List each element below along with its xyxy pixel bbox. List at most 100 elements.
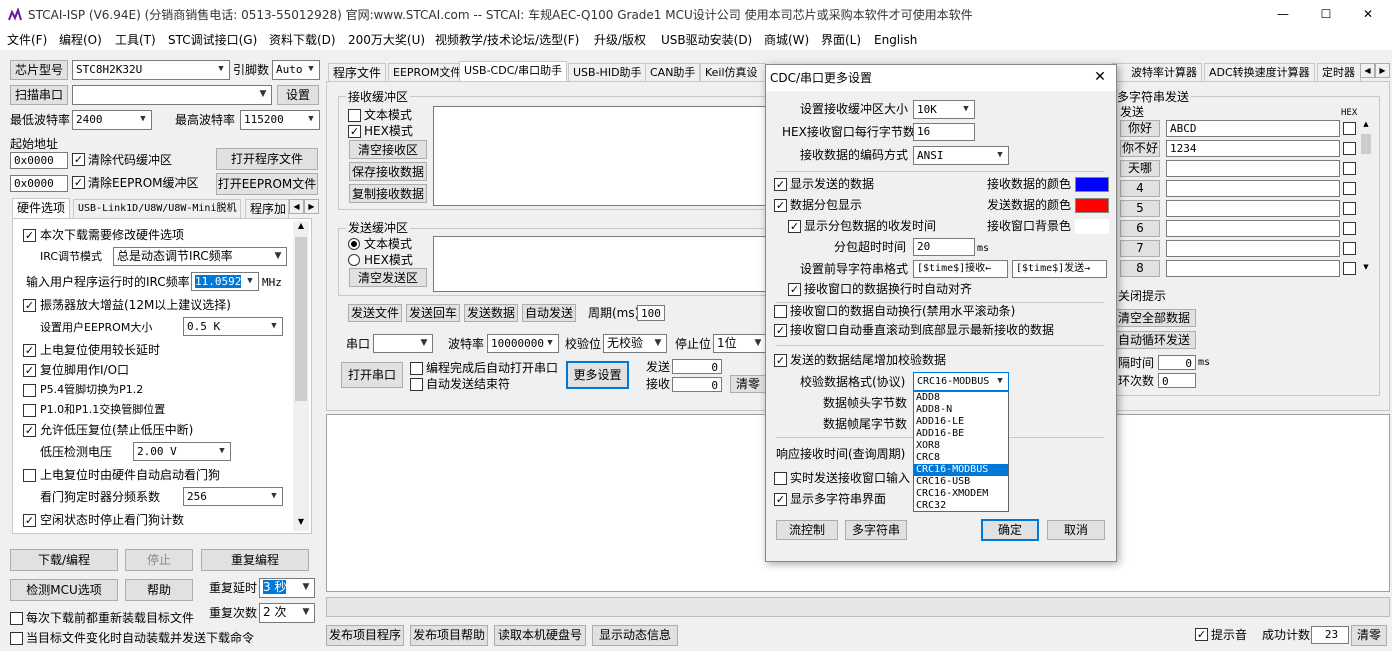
hw-opt7-checkbox[interactable]: ✓ — [23, 424, 36, 437]
checksum-fmt-dropdown[interactable]: ADD8 ADD8-N ADD16-LE ADD16-BE XOR8 CRC8 … — [913, 391, 1009, 512]
clear-send-button[interactable]: 清空发送区 — [349, 268, 427, 287]
multi-text-7[interactable] — [1166, 240, 1340, 257]
send-textarea[interactable] — [433, 236, 773, 292]
dropdown-option[interactable]: ADD8-N — [914, 404, 1008, 416]
auto-end-checkbox[interactable] — [410, 378, 423, 391]
eeprom-size-select[interactable]: 0.5 K ▼ — [183, 317, 283, 336]
realtime-checkbox[interactable] — [774, 472, 787, 485]
multi-send-button-2[interactable]: 你不好 — [1120, 140, 1160, 157]
multi-hex-checkbox-5[interactable] — [1343, 202, 1356, 215]
code-addr-input[interactable]: 0x0000 — [10, 152, 68, 169]
hw-opt4-checkbox[interactable]: ✓ — [23, 364, 36, 377]
send-text-radio[interactable] — [348, 238, 360, 250]
clear-recv-button[interactable]: 清空接收区 — [349, 140, 427, 159]
options-scrollbar[interactable]: ▲ ▼ — [293, 221, 309, 531]
beep-checkbox[interactable]: ✓ — [1195, 628, 1208, 641]
menu-usb-driver[interactable]: USB驱动安装(D) — [661, 32, 752, 48]
chip-select[interactable]: STC8H2K32U ▼ — [72, 60, 230, 80]
multi-text-5[interactable] — [1166, 200, 1340, 217]
repeat-count-select[interactable]: 2 次 ▼ — [259, 603, 315, 623]
prefix-recv-input[interactable]: [$time$]接收← — [913, 260, 1008, 278]
packet-time-checkbox[interactable]: ✓ — [788, 220, 801, 233]
auto-wrap-checkbox[interactable] — [774, 305, 787, 318]
wdt-select[interactable]: 256 ▼ — [183, 487, 283, 506]
min-baud-select[interactable]: 2400 ▼ — [72, 110, 152, 130]
multi-hex-checkbox-4[interactable] — [1343, 182, 1356, 195]
dropdown-option[interactable]: CRC8 — [914, 452, 1008, 464]
hw-opt1-checkbox[interactable]: ✓ — [23, 229, 36, 242]
pins-select[interactable]: Auto ▼ — [272, 60, 320, 80]
stop-bits-select[interactable]: 1位 ▼ — [713, 334, 767, 353]
encoding-select[interactable]: ANSI ▼ — [913, 146, 1009, 165]
download-button[interactable]: 下载/编程 — [10, 549, 118, 571]
tab-program-file[interactable]: 程序文件 — [328, 63, 387, 81]
save-recv-button[interactable]: 保存接收数据 — [349, 162, 427, 181]
dropdown-option[interactable]: XOR8 — [914, 440, 1008, 452]
recv-textarea[interactable] — [433, 106, 773, 206]
scroll-up-icon[interactable]: ▲ — [293, 221, 309, 235]
period-input[interactable]: 100 — [637, 305, 665, 321]
close-icon[interactable]: ✕ — [1353, 6, 1383, 22]
hw-opt6-checkbox[interactable] — [23, 404, 36, 417]
menu-english[interactable]: English — [874, 32, 917, 48]
cancel-button[interactable]: 取消 — [1047, 520, 1105, 540]
auto-load-checkbox[interactable] — [10, 632, 23, 645]
dropdown-option[interactable]: ADD16-LE — [914, 416, 1008, 428]
tab-hardware-options[interactable]: 硬件选项 — [12, 198, 71, 218]
show-sent-checkbox[interactable]: ✓ — [774, 178, 787, 191]
tab-scroll-right-icon[interactable]: ▶ — [304, 199, 319, 214]
send-file-button[interactable]: 发送文件 — [348, 304, 402, 322]
serial-port-select[interactable]: ▼ — [373, 334, 433, 353]
maximize-icon[interactable]: ☐ — [1311, 6, 1341, 22]
recv-hex-checkbox[interactable]: ✓ — [348, 125, 361, 138]
publish-program-button[interactable]: 发布项目程序 — [326, 625, 404, 646]
publish-help-button[interactable]: 发布项目帮助 — [410, 625, 488, 646]
multi-hex-checkbox-3[interactable] — [1343, 162, 1356, 175]
menu-prize[interactable]: 200万大奖(U) — [348, 32, 425, 48]
menu-tools[interactable]: 工具(T) — [115, 32, 156, 48]
tab-baud-calc[interactable]: 波特率计算器 — [1112, 63, 1202, 81]
clear-all-button[interactable]: 清空全部数据 — [1112, 309, 1196, 327]
multi-text-1[interactable]: ABCD — [1166, 120, 1340, 137]
tab-program-encrypt[interactable]: 程序加 — [245, 199, 289, 218]
hw-opt9-checkbox[interactable]: ✓ — [23, 514, 36, 527]
interval-input[interactable]: 0 — [1158, 355, 1196, 370]
prefix-send-input[interactable]: [$time$]发送→ — [1012, 260, 1107, 278]
timeout-input[interactable]: 20 — [913, 238, 975, 256]
multi-text-4[interactable] — [1166, 180, 1340, 197]
multi-text-2[interactable]: 1234 — [1166, 140, 1340, 157]
multi-send-button-7[interactable]: 7 — [1120, 240, 1160, 257]
checksum-checkbox[interactable]: ✓ — [774, 354, 787, 367]
multi-send-button-4[interactable]: 4 — [1120, 180, 1160, 197]
irc-mode-select[interactable]: 总是动态调节IRC频率 ▼ — [113, 247, 287, 266]
tab-eeprom-file[interactable]: EEPROM文件 — [388, 63, 467, 81]
scroll-thumb[interactable] — [295, 237, 307, 401]
help-button[interactable]: 帮助 — [125, 579, 193, 601]
clear-success-button[interactable]: 清零 — [1351, 625, 1387, 646]
tab-scroll-left-icon[interactable]: ◀ — [289, 199, 304, 214]
multi-text-8[interactable] — [1166, 260, 1340, 277]
scan-port-button[interactable]: 扫描串口 — [10, 85, 68, 105]
scroll-up-icon[interactable]: ▲ — [1360, 120, 1372, 132]
menu-download[interactable]: 资料下载(D) — [269, 32, 336, 48]
loop-count-input[interactable]: 0 — [1158, 373, 1196, 388]
multi-send-button-8[interactable]: 8 — [1120, 260, 1160, 277]
multi-hex-checkbox-2[interactable] — [1343, 142, 1356, 155]
dialog-close-icon[interactable]: ✕ — [1088, 69, 1112, 85]
eeprom-addr-input[interactable]: 0x0000 — [10, 175, 68, 192]
flow-control-button[interactable]: 流控制 — [776, 520, 838, 540]
multi-text-6[interactable] — [1166, 220, 1340, 237]
dropdown-option-selected[interactable]: CRC16-MODBUS — [914, 464, 1008, 476]
clear-count-button[interactable]: 清零 — [730, 375, 766, 393]
settings-button[interactable]: 设置 — [277, 85, 319, 105]
tab-usb-hid[interactable]: USB-HID助手 — [568, 63, 647, 81]
tab-scroll-right-icon[interactable]: ▶ — [1375, 63, 1390, 78]
hex-bytes-input[interactable]: 16 — [913, 123, 975, 141]
more-settings-button[interactable]: 更多设置 — [566, 361, 629, 389]
show-dynamic-button[interactable]: 显示动态信息 — [592, 625, 678, 646]
dropdown-option[interactable]: ADD8 — [914, 392, 1008, 404]
open-eeprom-button[interactable]: 打开EEPROM文件 — [216, 173, 318, 195]
open-port-button[interactable]: 打开串口 — [341, 362, 403, 388]
hw-opt8-checkbox[interactable] — [23, 469, 36, 482]
reload-checkbox[interactable] — [10, 612, 23, 625]
